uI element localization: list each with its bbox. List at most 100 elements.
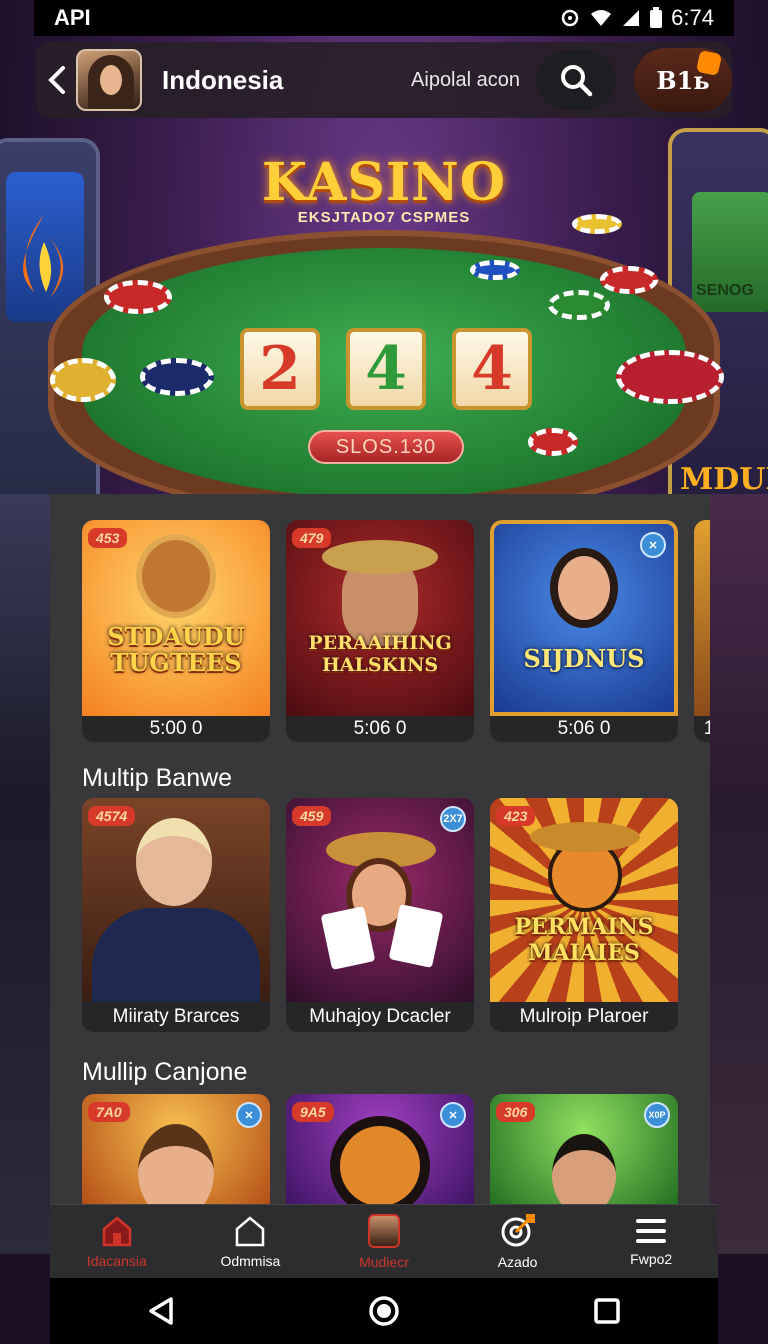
- search-icon: [561, 65, 593, 97]
- top-header: Indonesia Aipolal acon B1ь: [36, 42, 732, 118]
- home-circle-icon[interactable]: [368, 1295, 400, 1327]
- search-button[interactable]: [536, 50, 616, 110]
- casino-logo: KASINO EKSJTADO7 CSPMES: [250, 152, 518, 226]
- game-art-text: SIJDNUS: [523, 644, 645, 673]
- nav-label: Azado: [497, 1253, 538, 1270]
- carrier-label: API: [54, 5, 91, 30]
- logo-title: KASINO: [261, 152, 507, 213]
- game-badge: 459: [292, 806, 332, 826]
- header-label[interactable]: Aipolal acon: [411, 69, 520, 92]
- game-caption: Mulroip Plaroer: [519, 1006, 649, 1027]
- alarm-icon: [561, 9, 579, 27]
- close-icon[interactable]: ✕: [440, 1102, 466, 1128]
- coin-balance-button[interactable]: B1ь: [634, 48, 732, 112]
- system-navigation-bar: [50, 1278, 718, 1344]
- game-card[interactable]: 1: [694, 520, 710, 742]
- chip-icon: [104, 280, 172, 314]
- back-arrow-icon: [48, 66, 65, 94]
- nav-item-azado[interactable]: Azado: [451, 1205, 585, 1278]
- chip-icon: [572, 214, 622, 234]
- game-row-third: 7A0 ✕ 9A5 ✕ 306 X0P: [82, 1094, 678, 1214]
- game-list-panel[interactable]: STDAUDU TUGTEES 453 5:00 0 PERAAIHING HA…: [50, 494, 710, 1214]
- nav-label: Mudiecr: [359, 1253, 409, 1270]
- chip-icon: [616, 350, 724, 404]
- game-art-text: PERMAINS MAIAIES: [514, 914, 654, 966]
- game-caption: 5:00 0: [149, 718, 203, 739]
- game-card[interactable]: STDAUDU TUGTEES 453 5:00 0: [82, 520, 270, 742]
- game-card[interactable]: 306 X0P: [490, 1094, 678, 1214]
- chip-icon: [140, 358, 214, 396]
- page-title: Indonesia: [162, 64, 284, 95]
- reel-value: 2: [259, 334, 301, 404]
- game-caption: Muhajoy Dcacler: [309, 1006, 451, 1027]
- avatar[interactable]: [76, 49, 142, 111]
- game-badge: 306: [496, 1102, 536, 1122]
- game-caption: 5:06 0: [353, 718, 407, 739]
- game-card[interactable]: PERAAIHING HALSKINS 479 5:06 0: [286, 520, 474, 742]
- close-icon[interactable]: ✕: [236, 1102, 262, 1128]
- reel-value: 4: [471, 334, 513, 404]
- slot-machine-right-lower: [710, 494, 768, 1254]
- back-button[interactable]: [40, 50, 74, 110]
- chip-icon: [528, 428, 578, 456]
- right-machine-text: SENOG: [696, 282, 754, 299]
- clock: 6:74: [671, 5, 714, 30]
- game-badge: 479: [292, 528, 332, 548]
- status-icons: 6:74: [559, 5, 714, 31]
- right-banner-text: MDUF: [680, 462, 768, 496]
- app-root: API 6:74 Indonesia Aipolal acon B1ь SENO…: [0, 0, 768, 1344]
- status-bar: API 6:74: [34, 0, 734, 36]
- nav-item-odmmisa[interactable]: Odmmisa: [184, 1205, 318, 1278]
- multiplier-badge[interactable]: X0P: [644, 1102, 670, 1128]
- nav-label: Idacansia: [86, 1252, 147, 1269]
- chip-icon: [600, 266, 658, 294]
- game-caption: 5:06 0: [557, 718, 611, 739]
- recents-square-icon[interactable]: [593, 1297, 621, 1325]
- hero-banner[interactable]: SENOG MDUF KASINO EKSJTADO7 CSPMES 2 4 4…: [0, 118, 768, 496]
- game-art-text: STDAUDU TUGTEES: [107, 622, 245, 677]
- game-art-text: PERAAIHING HALSKINS: [308, 632, 452, 676]
- section-title: Mullip Canjone: [82, 1058, 248, 1086]
- man-figure: [136, 818, 212, 906]
- game-card[interactable]: SIJDNUS ✕ 5:06 0: [490, 520, 678, 742]
- game-caption: Miiraty Brarces: [112, 1006, 240, 1027]
- multiplier-badge[interactable]: 2X7: [440, 806, 466, 832]
- chip-icon: [470, 260, 520, 280]
- woman-figure: [550, 548, 618, 628]
- section-title: Multip Banwe: [82, 764, 233, 792]
- notification-badge: [695, 49, 723, 77]
- nav-label: Fwpo2: [630, 1250, 673, 1267]
- slot-reels: 2 4 4: [240, 328, 532, 410]
- nav-item-mudiecr[interactable]: Mudiecr: [317, 1205, 451, 1278]
- reel: 4: [346, 328, 426, 410]
- close-icon[interactable]: ✕: [640, 532, 666, 558]
- menu-icon: [636, 1218, 667, 1243]
- tiger-hat: [530, 822, 640, 852]
- home-filled-icon: [102, 1215, 132, 1246]
- bottom-navigation: Idacansia Odmmisa Mudiecr Azado Fwpo2: [50, 1204, 718, 1278]
- reel: 2: [240, 328, 320, 410]
- reel: 4: [452, 328, 532, 410]
- wifi-icon: [591, 10, 612, 26]
- game-card[interactable]: 7A0 ✕: [82, 1094, 270, 1214]
- cowboy-hat: [322, 540, 438, 574]
- game-badge: 453: [88, 528, 128, 548]
- chip-icon: [548, 290, 610, 320]
- game-card[interactable]: 4574 Miiraty Brarces: [82, 798, 270, 1032]
- man-figure: [552, 1134, 616, 1214]
- jackpot-pill[interactable]: SLOS.130: [308, 430, 464, 464]
- back-triangle-icon[interactable]: [147, 1296, 175, 1326]
- nav-label: Odmmisa: [220, 1252, 281, 1269]
- chip-icon: [50, 358, 116, 402]
- target-icon: [501, 1213, 535, 1246]
- home-outline-icon: [236, 1215, 265, 1246]
- game-card[interactable]: PERMAINS MAIAIES 423 Mulroip Plaroer: [490, 798, 678, 1032]
- game-card[interactable]: 9A5 ✕: [286, 1094, 474, 1214]
- game-card[interactable]: 459 2X7 Muhajoy Dcacler: [286, 798, 474, 1032]
- nav-item-menu[interactable]: Fwpo2: [584, 1205, 718, 1278]
- game-badge: 7A0: [88, 1102, 130, 1122]
- game-badge: 423: [496, 806, 536, 826]
- nav-item-home[interactable]: Idacansia: [50, 1205, 184, 1278]
- reel-value: 4: [365, 334, 407, 404]
- man-figure: [138, 1124, 214, 1214]
